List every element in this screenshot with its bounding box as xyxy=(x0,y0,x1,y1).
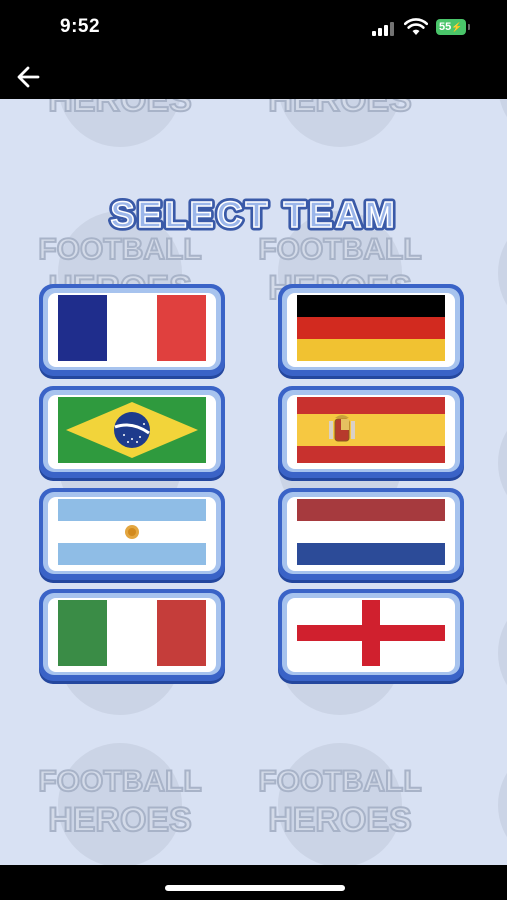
team-button-netherlands[interactable] xyxy=(278,488,464,580)
team-button-spain[interactable] xyxy=(278,386,464,478)
team-button-france[interactable] xyxy=(39,284,225,376)
svg-text:HEROES: HEROES xyxy=(48,801,192,839)
france-flag-icon xyxy=(58,295,206,361)
screen-title: SELECT TEAM SELECT TEAM xyxy=(0,191,507,241)
battery-icon: 55⚡ xyxy=(436,19,466,35)
nav-bar xyxy=(0,56,507,99)
battery-tip xyxy=(468,24,470,30)
football-heroes-watermark-logo xyxy=(498,620,507,686)
cellular-signal-icon xyxy=(372,22,394,36)
svg-text:FOOTBALL: FOOTBALL xyxy=(258,765,421,798)
football-heroes-watermark-logo: FOOTBALL HEROES xyxy=(257,743,423,865)
arrow-left-icon xyxy=(17,66,40,88)
status-time: 9:52 xyxy=(60,16,101,37)
team-button-england[interactable] xyxy=(278,589,464,681)
team-button-germany[interactable] xyxy=(278,284,464,376)
netherlands-flag-icon xyxy=(297,499,445,565)
team-select-screen: FOOTBALL HEROES FOOTBALL HEROES FOOTBALL… xyxy=(0,99,507,865)
germany-flag-icon xyxy=(297,295,445,361)
football-heroes-watermark-logo xyxy=(498,430,507,496)
argentina-flag-icon xyxy=(58,499,206,565)
svg-text:HEROES: HEROES xyxy=(48,99,192,119)
svg-text:FOOTBALL: FOOTBALL xyxy=(38,765,201,798)
team-button-argentina[interactable] xyxy=(39,488,225,580)
wifi-icon xyxy=(404,18,428,35)
team-button-italy[interactable] xyxy=(39,589,225,681)
spain-flag-icon xyxy=(297,397,445,463)
england-flag-icon xyxy=(297,600,445,666)
team-button-brazil[interactable] xyxy=(39,386,225,478)
screen-title-text: SELECT TEAM xyxy=(110,194,397,235)
battery-level: 55 xyxy=(439,21,452,33)
brazil-flag-icon xyxy=(58,397,206,463)
back-button[interactable] xyxy=(14,62,46,92)
home-indicator-area xyxy=(0,865,507,900)
svg-text:HEROES: HEROES xyxy=(268,801,412,839)
football-heroes-watermark-logo: FOOTBALL HEROES xyxy=(37,743,203,865)
status-bar: 9:52 55⚡ xyxy=(0,0,507,56)
football-heroes-watermark-logo xyxy=(498,772,507,838)
football-heroes-watermark-logo: FOOTBALL HEROES xyxy=(47,99,193,147)
svg-text:HEROES: HEROES xyxy=(268,99,412,119)
home-indicator[interactable] xyxy=(165,885,345,891)
football-heroes-watermark-logo xyxy=(499,99,507,118)
italy-flag-icon xyxy=(58,600,206,666)
football-heroes-watermark-logo: FOOTBALL HEROES xyxy=(267,99,413,147)
